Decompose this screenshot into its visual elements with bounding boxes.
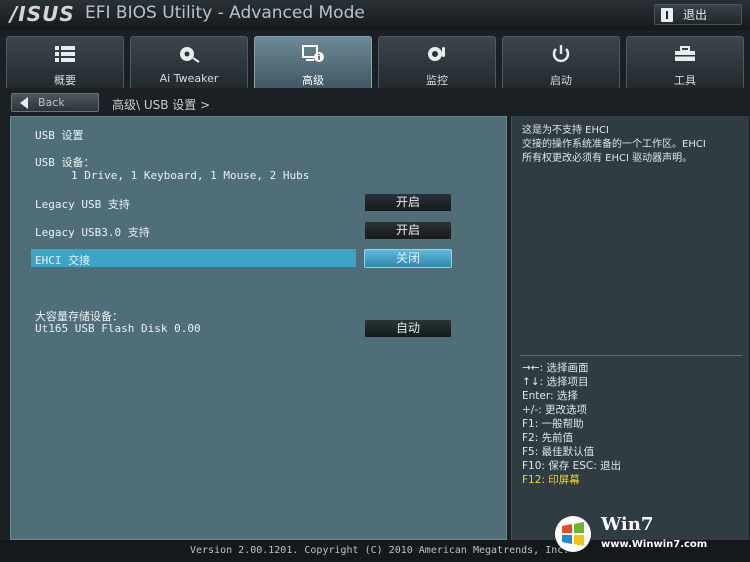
version-text: Version 2.00.1201. Copyright (C) 2010 Am…	[190, 545, 570, 556]
legacy-usb3-value-button[interactable]: 开启	[364, 221, 452, 240]
help-text: 这是为不支持 EHCI 交接的操作系统准备的一个工作区。EHCI 所有权更改必须…	[522, 124, 744, 166]
key-hint-print-screen: F12: 印屏幕	[522, 474, 580, 486]
back-button[interactable]: Back	[11, 93, 99, 112]
title-bar: /ISUS EFI BIOS Utility - Advanced Mode 退…	[0, 0, 750, 30]
watermark: Win7 www.Winwin7.com	[553, 506, 749, 562]
tab-boot[interactable]: 启动	[502, 36, 620, 88]
tab-advanced[interactable]: 高级	[254, 36, 372, 88]
flash-disk-label[interactable]: Ut165 USB Flash Disk 0.00	[35, 322, 201, 335]
tab-label: 高级	[302, 74, 324, 87]
section-title: USB 设置	[35, 129, 84, 142]
key-hint: F1: 一般帮助	[522, 418, 584, 430]
list-icon	[55, 46, 75, 62]
help-line: 所有权更改必须有 EHCI 驱动器声明。	[522, 153, 693, 164]
help-line: 交接的操作系统准备的一个工作区。EHCI	[522, 139, 706, 150]
key-hint: F5: 最佳默认值	[522, 446, 595, 458]
main-tabs: 概要 Ai Tweaker 高级 监控 启动 工具	[0, 36, 750, 88]
divider	[520, 355, 742, 356]
tab-label: 监控	[426, 74, 448, 87]
app-title: EFI BIOS Utility - Advanced Mode	[85, 3, 365, 23]
tab-label: Ai Tweaker	[159, 72, 219, 85]
ehci-handoff-value-button[interactable]: 关闭	[364, 249, 452, 268]
toolbox-icon	[675, 46, 695, 61]
key-hint: →←: 选择画面	[522, 362, 589, 374]
tab-label: 启动	[550, 74, 572, 87]
key-legend: →←: 选择画面 ↑↓: 选择项目 Enter: 选择 +/-: 更改选项 F1…	[522, 361, 621, 487]
tab-label: 概要	[54, 74, 76, 87]
key-hint: Enter: 选择	[522, 390, 578, 402]
usb-devices-value: 1 Drive, 1 Keyboard, 1 Mouse, 2 Hubs	[71, 169, 310, 182]
breadcrumb: 高级\ USB 设置 >	[112, 98, 211, 112]
watermark-url: www.Winwin7.com	[601, 539, 708, 550]
legacy-usb-value-button[interactable]: 开启	[364, 193, 452, 212]
power-icon	[552, 45, 570, 63]
key-hint: ↑↓: 选择项目	[522, 376, 589, 388]
settings-panel: USB 设置 USB 设备： 1 Drive, 1 Keyboard, 1 Mo…	[10, 116, 507, 540]
legacy-usb-label[interactable]: Legacy USB 支持	[35, 196, 130, 212]
usb-devices-label: USB 设备：	[35, 156, 95, 169]
exit-button[interactable]: 退出	[654, 4, 742, 25]
back-arrow-icon	[20, 96, 28, 109]
ehci-handoff-label[interactable]: EHCI 交接	[35, 252, 90, 268]
help-line: 这是为不支持 EHCI	[522, 125, 609, 136]
fan-icon	[180, 47, 200, 63]
asus-logo: /ISUS	[10, 2, 75, 26]
door-exit-icon	[661, 7, 673, 22]
tab-label: 工具	[674, 74, 696, 87]
key-hint: +/-: 更改选项	[522, 404, 587, 416]
legacy-usb3-label[interactable]: Legacy USB3.0 支持	[35, 224, 150, 240]
exit-label: 退出	[683, 8, 708, 22]
back-label: Back	[38, 96, 65, 109]
tab-tool[interactable]: 工具	[626, 36, 744, 88]
tab-monitor[interactable]: 监控	[378, 36, 496, 88]
thermometer-icon	[428, 47, 445, 61]
flash-disk-value-button[interactable]: 自动	[364, 319, 452, 338]
tab-overview[interactable]: 概要	[6, 36, 124, 88]
navigation-bar: Back 高级\ USB 设置 >	[0, 90, 750, 116]
help-panel: 这是为不支持 EHCI 交接的操作系统准备的一个工作区。EHCI 所有权更改必须…	[511, 116, 749, 540]
key-hint: F10: 保存 ESC: 退出	[522, 460, 622, 472]
windows-logo-icon	[555, 516, 591, 552]
tab-ai-tweaker[interactable]: Ai Tweaker	[130, 36, 248, 88]
key-hint: F2: 先前值	[522, 432, 574, 444]
watermark-title: Win7	[601, 514, 654, 535]
info-icon	[302, 45, 324, 62]
